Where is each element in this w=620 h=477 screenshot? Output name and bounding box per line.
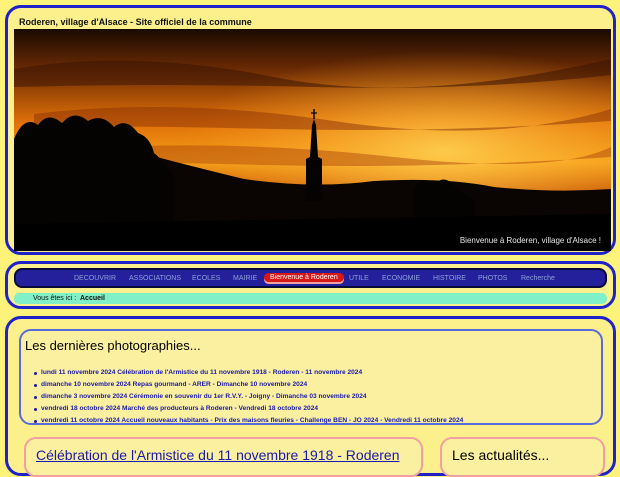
photo-link[interactable]: lundi 11 novembre 2024 Célébration de l'… xyxy=(33,367,463,379)
banner-caption: Bienvenue à Roderen, village d'Alsace ! xyxy=(459,236,601,245)
breadcrumb: Vous êtes ici : Accueil xyxy=(14,293,607,304)
breadcrumb-current: Accueil xyxy=(80,295,105,302)
nav-item-bienvenue[interactable]: Bienvenue à Roderen xyxy=(264,273,344,282)
article-panel: Célébration de l'Armistice du 11 novembr… xyxy=(24,437,423,477)
news-title: Les actualités... xyxy=(452,447,550,463)
nav-item-recherche[interactable]: Recherche xyxy=(521,275,555,282)
sunset-village-picture xyxy=(14,29,611,251)
nav-item-ecoles[interactable]: ECOLES xyxy=(192,275,220,282)
site-title[interactable]: Roderen, village d'Alsace - Site officie… xyxy=(19,17,252,27)
nav-frame: DECOUVRIR ASSOCIATIONS ECOLES MAIRIE Bie… xyxy=(5,261,616,309)
photo-list: lundi 11 novembre 2024 Célébration de l'… xyxy=(33,367,463,427)
nav-item-economie[interactable]: ECONOMIE xyxy=(382,275,420,282)
main-frame: Les dernières photographies... lundi 11 … xyxy=(5,316,616,477)
nav-item-photos[interactable]: PHOTOS xyxy=(478,275,507,282)
nav-item-utile[interactable]: UTILE xyxy=(349,275,369,282)
breadcrumb-label: Vous êtes ici : xyxy=(33,295,77,302)
nav-item-histoire[interactable]: HISTOIRE xyxy=(433,275,466,282)
news-panel: Les actualités... xyxy=(440,437,605,477)
nav-item-associations[interactable]: ASSOCIATIONS xyxy=(129,275,181,282)
nav-item-mairie[interactable]: MAIRIE xyxy=(233,275,257,282)
photo-link[interactable]: vendredi 18 octobre 2024 Marché des prod… xyxy=(33,403,463,415)
main-navigation: DECOUVRIR ASSOCIATIONS ECOLES MAIRIE Bie… xyxy=(14,268,607,288)
header-frame: Roderen, village d'Alsace - Site officie… xyxy=(5,5,616,255)
photo-link[interactable]: dimanche 3 novembre 2024 Cérémonie en so… xyxy=(33,391,463,403)
nav-item-decouvrir[interactable]: DECOUVRIR xyxy=(74,275,116,282)
article-title-link[interactable]: Célébration de l'Armistice du 11 novembr… xyxy=(36,447,400,463)
banner-image: Bienvenue à Roderen, village d'Alsace ! xyxy=(14,29,611,251)
photo-link[interactable]: dimanche 10 novembre 2024 Repas gourmand… xyxy=(33,379,463,391)
photo-link[interactable]: vendredi 11 octobre 2024 Accueil nouveau… xyxy=(33,415,463,427)
latest-photos-panel: Les dernières photographies... lundi 11 … xyxy=(19,329,603,425)
latest-photos-title: Les dernières photographies... xyxy=(25,338,201,353)
